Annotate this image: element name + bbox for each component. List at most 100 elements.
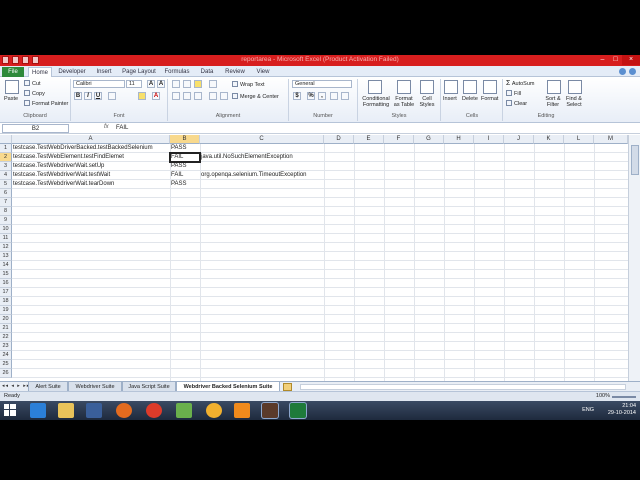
paste-button[interactable]: Paste bbox=[4, 96, 18, 102]
cell-A2[interactable]: testcase.TestWebElement.testFindElemet bbox=[12, 153, 124, 162]
row-header[interactable]: 9 bbox=[0, 216, 12, 225]
row-header[interactable]: 4 bbox=[0, 171, 12, 180]
format-as-table-button[interactable]: Format as Table bbox=[393, 96, 415, 108]
decrease-indent-icon[interactable] bbox=[209, 92, 217, 100]
close-button[interactable]: × bbox=[622, 55, 640, 65]
row-header[interactable]: 24 bbox=[0, 351, 12, 360]
italic-button[interactable]: I bbox=[84, 92, 92, 100]
row-header[interactable]: 3 bbox=[0, 162, 12, 171]
chrome-icon[interactable] bbox=[146, 403, 162, 418]
copy-button[interactable]: Copy bbox=[24, 90, 45, 97]
delete-cells-button[interactable]: Delete bbox=[462, 96, 478, 102]
underline-button[interactable]: U bbox=[94, 92, 102, 100]
minimize-button[interactable]: – bbox=[596, 55, 609, 65]
language-indicator[interactable]: ENG bbox=[582, 407, 594, 413]
merge-center-button[interactable]: Merge & Center bbox=[232, 93, 279, 100]
column-header[interactable]: M bbox=[594, 135, 628, 144]
currency-icon[interactable]: $ bbox=[293, 92, 301, 100]
find-select-icon[interactable] bbox=[568, 80, 582, 94]
explorer-icon[interactable] bbox=[58, 403, 74, 418]
row-header[interactable]: 7 bbox=[0, 198, 12, 207]
ribbon-minimize-icon[interactable] bbox=[619, 68, 626, 75]
column-header[interactable]: F bbox=[384, 135, 414, 144]
increase-indent-icon[interactable] bbox=[220, 92, 228, 100]
number-format-select[interactable]: General bbox=[292, 80, 352, 88]
system-clock[interactable]: 21:04 29-10-2014 bbox=[608, 403, 636, 417]
format-cells-button[interactable]: Format bbox=[481, 96, 498, 102]
row-header[interactable]: 1 bbox=[0, 144, 12, 153]
ie-icon[interactable] bbox=[30, 403, 46, 418]
format-painter-button[interactable]: Format Painter bbox=[24, 100, 68, 107]
horizontal-scrollbar[interactable] bbox=[300, 384, 626, 390]
insert-sheet-icon[interactable] bbox=[283, 383, 292, 391]
scroll-thumb[interactable] bbox=[631, 145, 639, 175]
tab-file[interactable]: File bbox=[2, 67, 24, 77]
zoom-slider[interactable] bbox=[612, 396, 636, 398]
row-header[interactable]: 8 bbox=[0, 207, 12, 216]
column-header[interactable]: B bbox=[170, 135, 200, 144]
fill-button[interactable]: Fill bbox=[506, 90, 521, 97]
column-header[interactable]: K bbox=[534, 135, 564, 144]
row-header[interactable]: 21 bbox=[0, 324, 12, 333]
vertical-scrollbar[interactable] bbox=[628, 135, 640, 420]
cell-A4[interactable]: testcase.TestWebdriverWait.testWait bbox=[12, 171, 110, 180]
fill-color-icon[interactable] bbox=[138, 92, 146, 100]
excel-icon[interactable] bbox=[290, 403, 306, 418]
cell-A5[interactable]: testcase.TestWebdriverWait.tearDown bbox=[12, 180, 114, 189]
align-left-icon[interactable] bbox=[172, 92, 180, 100]
tab-review[interactable]: Review bbox=[222, 67, 248, 77]
font-size-select[interactable]: 11 bbox=[126, 80, 142, 88]
align-middle-icon[interactable] bbox=[183, 80, 191, 88]
tab-insert[interactable]: Insert bbox=[92, 67, 116, 77]
sort-filter-button[interactable]: Sort & Filter bbox=[542, 96, 564, 108]
cell-B3[interactable]: PASS bbox=[170, 162, 187, 171]
insert-cells-button[interactable]: Insert bbox=[443, 96, 457, 102]
tab-developer[interactable]: Developer bbox=[56, 67, 88, 77]
delete-cells-icon[interactable] bbox=[463, 80, 477, 94]
column-header[interactable]: I bbox=[474, 135, 504, 144]
tab-page-layout[interactable]: Page Layout bbox=[120, 67, 158, 77]
cell-styles-icon[interactable] bbox=[420, 80, 434, 94]
windows-start-icon[interactable] bbox=[3, 403, 17, 417]
tab-view[interactable]: View bbox=[252, 67, 274, 77]
decrease-decimal-icon[interactable] bbox=[341, 92, 349, 100]
cell-A1[interactable]: testcase.TestWebDriverBacked.testBackedS… bbox=[12, 144, 153, 153]
column-header[interactable]: J bbox=[504, 135, 534, 144]
cell-styles-button[interactable]: Cell Styles bbox=[417, 96, 437, 108]
column-header[interactable]: D bbox=[324, 135, 354, 144]
insert-function-icon[interactable]: fx bbox=[104, 124, 109, 130]
column-header[interactable]: L bbox=[564, 135, 594, 144]
cell-C4[interactable]: org.openqa.selenium.TimeoutException bbox=[200, 171, 307, 180]
format-as-table-icon[interactable] bbox=[397, 80, 411, 94]
zoom-level[interactable]: 100% bbox=[596, 393, 610, 399]
row-header[interactable]: 16 bbox=[0, 279, 12, 288]
row-header[interactable]: 12 bbox=[0, 243, 12, 252]
column-header[interactable]: C bbox=[200, 135, 324, 144]
row-header[interactable]: 26 bbox=[0, 369, 12, 378]
conditional-formatting-icon[interactable] bbox=[368, 80, 382, 94]
firefox-icon[interactable] bbox=[116, 403, 132, 418]
help-icon[interactable] bbox=[629, 68, 636, 75]
row-header[interactable]: 17 bbox=[0, 288, 12, 297]
select-all-corner[interactable] bbox=[0, 135, 12, 144]
tab-home[interactable]: Home bbox=[28, 67, 52, 77]
column-header[interactable]: G bbox=[414, 135, 444, 144]
font-color-icon[interactable]: A bbox=[152, 92, 160, 100]
align-center-icon[interactable] bbox=[183, 92, 191, 100]
row-header[interactable]: 18 bbox=[0, 297, 12, 306]
sheet-nav-arrows-icon[interactable]: ◂◂ ◂ ▸ ▸▸ bbox=[2, 383, 30, 389]
align-bottom-icon[interactable] bbox=[194, 80, 202, 88]
row-header[interactable]: 14 bbox=[0, 261, 12, 270]
row-header[interactable]: 10 bbox=[0, 225, 12, 234]
column-header[interactable]: H bbox=[444, 135, 474, 144]
increase-decimal-icon[interactable] bbox=[330, 92, 338, 100]
cut-button[interactable]: Cut bbox=[24, 80, 41, 87]
align-right-icon[interactable] bbox=[194, 92, 202, 100]
notepad-icon[interactable] bbox=[176, 403, 192, 418]
app-icon[interactable] bbox=[262, 403, 278, 418]
cell-B5[interactable]: PASS bbox=[170, 180, 187, 189]
sort-filter-icon[interactable] bbox=[547, 80, 561, 94]
autosum-button[interactable]: Σ AutoSum bbox=[506, 80, 534, 87]
clear-button[interactable]: Clear bbox=[506, 100, 527, 107]
row-header[interactable]: 23 bbox=[0, 342, 12, 351]
